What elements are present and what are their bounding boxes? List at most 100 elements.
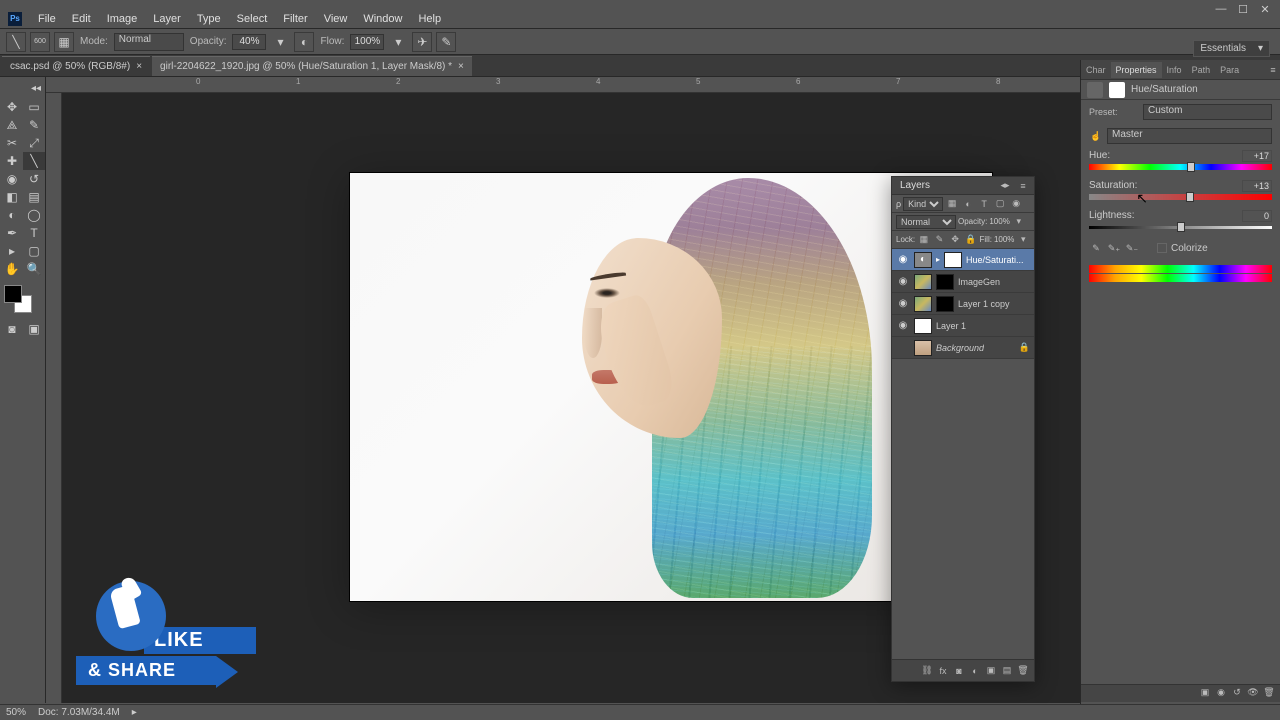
delete-adjustment-icon[interactable]: 🗑 — [1262, 685, 1276, 699]
menu-window[interactable]: Window — [355, 10, 410, 28]
window-close-button[interactable]: ✕ — [1254, 0, 1276, 18]
filter-type-icon[interactable]: T — [977, 197, 991, 211]
reset-icon[interactable]: ↺ — [1230, 685, 1244, 699]
eyedropper-minus-icon[interactable]: ✎₋ — [1125, 241, 1139, 255]
mask-thumb[interactable] — [936, 296, 954, 312]
tab-close-icon[interactable]: × — [136, 61, 142, 72]
document-tab-1[interactable]: girl-2204622_1920.jpg @ 50% (Hue/Saturat… — [152, 56, 472, 76]
lightness-value-input[interactable] — [1242, 210, 1272, 222]
pen-tool[interactable]: ✒ — [1, 224, 23, 242]
visibility-toggle[interactable]: ◉ — [896, 298, 910, 309]
collapse-icon[interactable]: ◂◂ — [31, 83, 41, 97]
tab-info[interactable]: Info — [1162, 62, 1187, 78]
lock-pixels-icon[interactable]: ✎ — [933, 233, 947, 247]
eyedropper-plus-icon[interactable]: ✎₊ — [1107, 241, 1121, 255]
menu-filter[interactable]: Filter — [275, 10, 315, 28]
move-tool[interactable]: ✥ — [1, 98, 23, 116]
panel-options-icon[interactable]: ◂▸ — [998, 179, 1012, 193]
preset-select[interactable]: Custom — [1143, 104, 1272, 120]
link-layers-icon[interactable]: ⛓ — [920, 664, 934, 678]
path-select-tool[interactable]: ▸ — [1, 242, 23, 260]
brush-panel-toggle[interactable]: ▦ — [54, 32, 74, 52]
shape-tool[interactable]: ▢ — [23, 242, 45, 260]
finger-icon[interactable]: ☝ — [1089, 129, 1103, 143]
menu-help[interactable]: Help — [410, 10, 449, 28]
lightness-slider[interactable] — [1089, 226, 1272, 229]
mask-thumb[interactable] — [944, 252, 962, 268]
new-adjustment-icon[interactable]: ◐ — [968, 664, 982, 678]
view-previous-icon[interactable]: ◉ — [1214, 685, 1228, 699]
visibility-toggle[interactable]: ◉ — [896, 276, 910, 287]
mask-thumb[interactable] — [936, 274, 954, 290]
foreground-color[interactable] — [4, 285, 22, 303]
tab-path[interactable]: Path — [1187, 62, 1216, 78]
layer-row[interactable]: ◉ ImageGen — [892, 271, 1034, 293]
brush-tool[interactable]: ╲ — [23, 152, 45, 170]
zoom-tool[interactable]: 🔍 — [23, 260, 45, 278]
filter-adj-icon[interactable]: ◐ — [961, 197, 975, 211]
menu-file[interactable]: File — [30, 10, 64, 28]
blend-mode-select[interactable]: Normal — [114, 33, 184, 51]
slider-thumb[interactable] — [1186, 192, 1194, 202]
hue-value-input[interactable] — [1242, 150, 1272, 162]
menu-image[interactable]: Image — [99, 10, 146, 28]
quick-select-tool[interactable]: ✎ — [23, 116, 45, 134]
document-tab-0[interactable]: csac.psd @ 50% (RGB/8#) × — [2, 56, 150, 76]
opacity-input[interactable] — [232, 34, 266, 50]
filter-kind-select[interactable]: Kind — [903, 197, 943, 211]
filter-pixel-icon[interactable]: ▦ — [945, 197, 959, 211]
pressure-opacity-icon[interactable]: ◐ — [294, 32, 314, 52]
chevron-down-icon[interactable]: ▾ — [1012, 215, 1026, 229]
tab-para[interactable]: Para — [1215, 62, 1244, 78]
visibility-toggle[interactable]: ◉ — [896, 320, 910, 331]
lock-all-icon[interactable]: 🔒 — [964, 233, 978, 247]
blur-tool[interactable]: ◐ — [1, 206, 23, 224]
marquee-tool[interactable]: ▭ — [23, 98, 45, 116]
flow-input[interactable] — [350, 34, 384, 50]
channel-select[interactable]: Master — [1107, 128, 1272, 144]
healing-tool[interactable]: ✚ — [1, 152, 23, 170]
tab-close-icon[interactable]: × — [458, 61, 464, 72]
window-maximize-button[interactable]: ☐ — [1232, 0, 1254, 18]
type-tool[interactable]: T — [23, 224, 45, 242]
eyedropper-icon[interactable]: ✎ — [1089, 241, 1103, 255]
tool-preset-picker[interactable]: ╲ — [6, 32, 26, 52]
eyedropper-tool[interactable]: ⤢ — [23, 134, 45, 152]
saturation-slider[interactable] — [1089, 194, 1272, 200]
clip-to-layer-icon[interactable]: ▣ — [1198, 685, 1212, 699]
window-minimize-button[interactable]: — — [1210, 0, 1232, 18]
layer-row[interactable]: ◉ Layer 1 copy — [892, 293, 1034, 315]
stamp-tool[interactable]: ◉ — [1, 170, 23, 188]
delete-layer-icon[interactable]: 🗑 — [1016, 664, 1030, 678]
menu-select[interactable]: Select — [229, 10, 276, 28]
menu-type[interactable]: Type — [189, 10, 229, 28]
slider-thumb[interactable] — [1177, 222, 1185, 232]
layer-row[interactable]: ◉ Layer 1 — [892, 315, 1034, 337]
add-mask-icon[interactable]: ◙ — [952, 664, 966, 678]
layers-tab[interactable]: Layers — [896, 178, 934, 193]
crop-tool[interactable]: ✂ — [1, 134, 23, 152]
pressure-size-icon[interactable]: ✎ — [436, 32, 456, 52]
menu-layer[interactable]: Layer — [145, 10, 189, 28]
layer-row[interactable]: ◉ ◐ ▸ Hue/Saturati... — [892, 249, 1034, 271]
layer-fx-icon[interactable]: fx — [936, 664, 950, 678]
layer-row[interactable]: Background 🔒 — [892, 337, 1034, 359]
new-layer-icon[interactable]: ▤ — [1000, 664, 1014, 678]
filter-smart-icon[interactable]: ◉ — [1009, 197, 1023, 211]
chevron-down-icon[interactable]: ▾ — [1016, 233, 1030, 247]
lock-position-icon[interactable]: ✥ — [948, 233, 962, 247]
panel-menu-icon[interactable]: ≡ — [1266, 63, 1280, 77]
layer-blend-select[interactable]: Normal — [896, 215, 956, 229]
airbrush-icon[interactable]: ✈ — [412, 32, 432, 52]
hand-tool[interactable]: ✋ — [1, 260, 23, 278]
panel-menu-icon[interactable]: ≡ — [1016, 179, 1030, 193]
toggle-visibility-icon[interactable]: 👁 — [1246, 685, 1260, 699]
slider-thumb[interactable] — [1187, 162, 1195, 172]
opacity-dropdown-icon[interactable]: ▾ — [270, 32, 290, 52]
menu-edit[interactable]: Edit — [64, 10, 99, 28]
zoom-level[interactable]: 50% — [6, 707, 26, 718]
status-menu-icon[interactable]: ▸ — [132, 707, 137, 718]
quickmask-tool[interactable]: ◙ — [1, 320, 23, 338]
lock-transparency-icon[interactable]: ▦ — [917, 233, 931, 247]
tab-char[interactable]: Char — [1081, 62, 1111, 78]
